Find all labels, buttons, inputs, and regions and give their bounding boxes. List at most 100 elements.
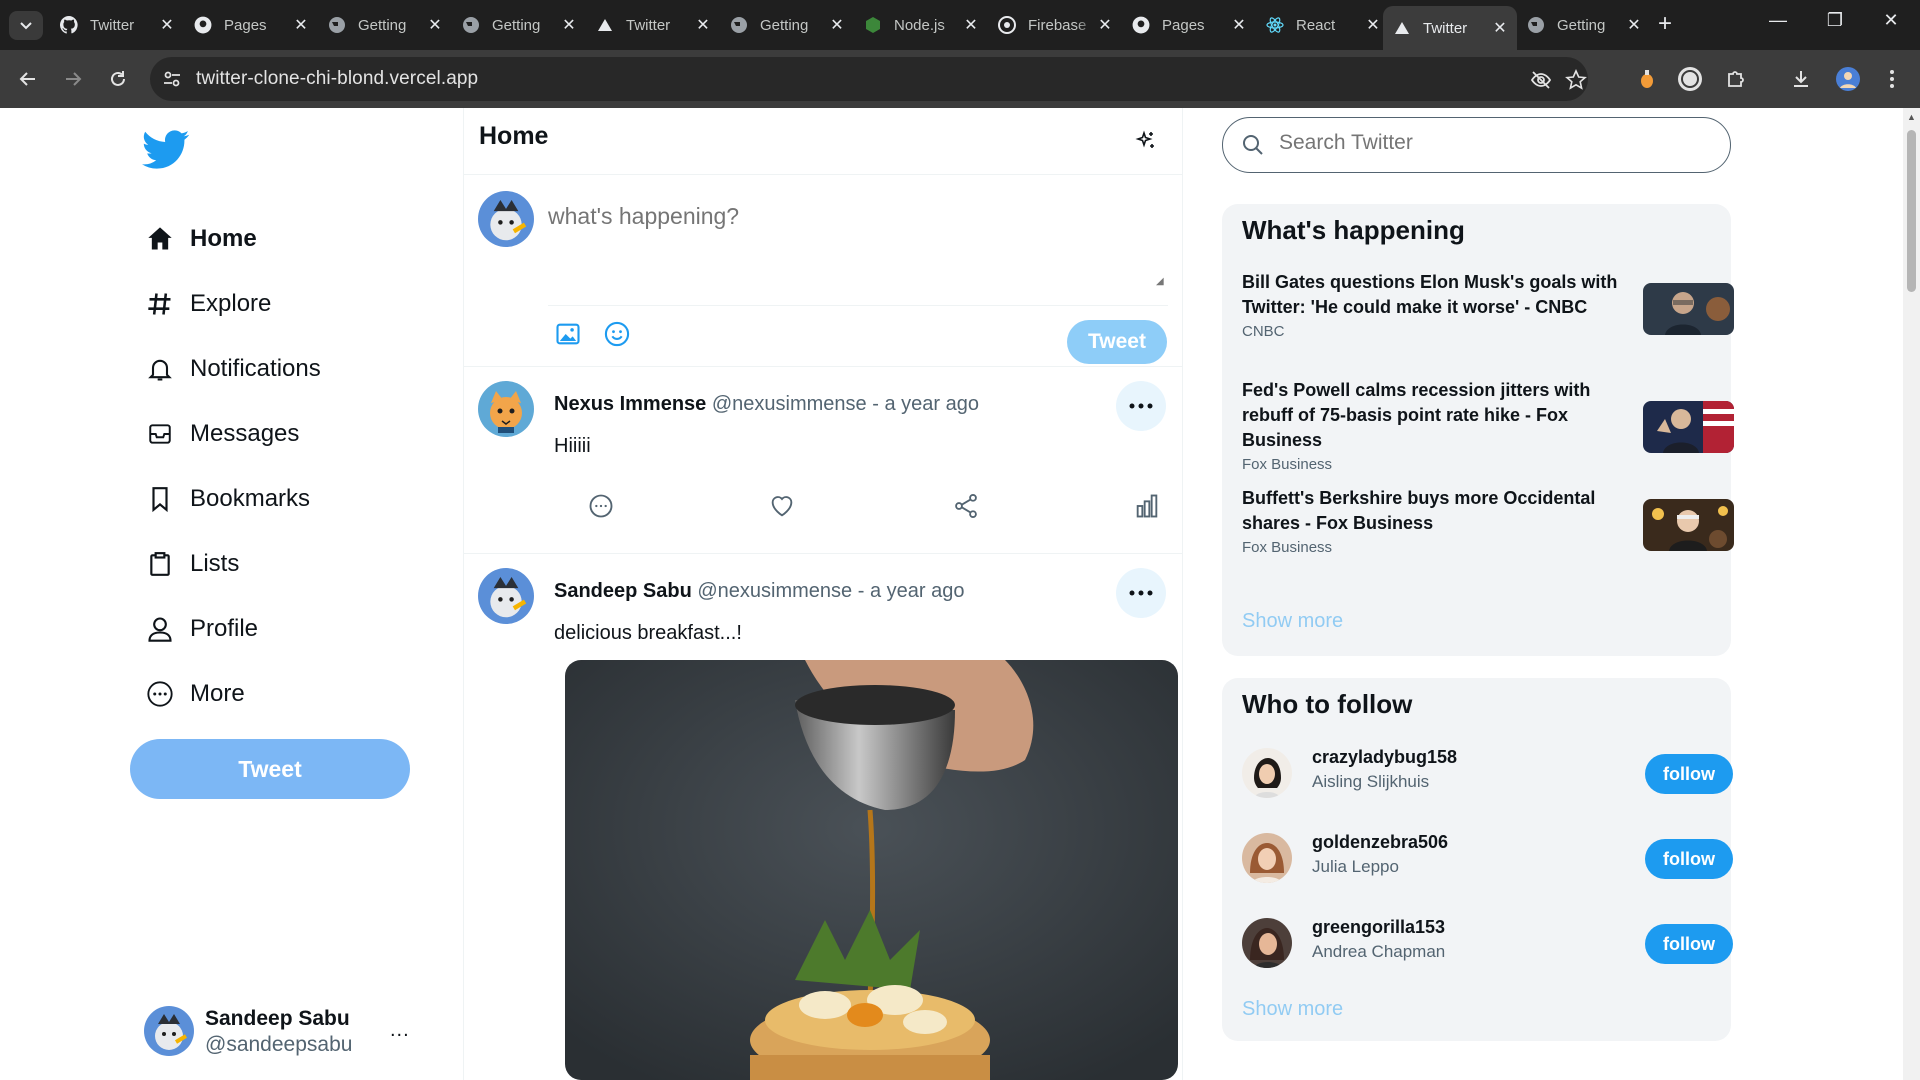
compose-input[interactable]	[548, 187, 1168, 297]
avatar[interactable]	[478, 568, 534, 624]
profile-ring-icon[interactable]	[1676, 65, 1704, 93]
back-button[interactable]	[14, 65, 42, 93]
browser-tab[interactable]: React ✕	[1256, 8, 1390, 42]
close-icon[interactable]: ✕	[1491, 18, 1509, 38]
image-icon[interactable]	[554, 320, 582, 348]
avatar[interactable]	[1242, 748, 1292, 798]
kebab-menu-icon[interactable]	[1878, 65, 1906, 93]
follow-button[interactable]: follow	[1645, 754, 1733, 794]
browser-tab[interactable]: Pages ✕	[184, 8, 318, 42]
sidebar-item-more[interactable]: More	[143, 674, 245, 714]
account-switcher[interactable]: Sandeep Sabu @sandeepsabu ...	[144, 1004, 444, 1060]
heart-icon[interactable]	[768, 492, 796, 520]
url-text[interactable]: twitter-clone-chi-blond.vercel.app	[196, 68, 478, 90]
eye-off-icon[interactable]	[1530, 69, 1552, 91]
emoji-icon[interactable]	[603, 320, 631, 348]
close-icon[interactable]: ✕	[694, 15, 712, 35]
react-icon	[1266, 16, 1284, 34]
browser-tab[interactable]: Firebase ✕	[988, 8, 1122, 42]
close-icon[interactable]: ✕	[426, 15, 444, 35]
tweet-more-button[interactable]	[1116, 568, 1166, 618]
download-icon[interactable]	[1787, 65, 1815, 93]
scrollbar-thumb[interactable]	[1907, 130, 1916, 292]
tweet-author-name[interactable]: Nexus Immense	[554, 393, 706, 415]
share-icon[interactable]	[952, 492, 980, 520]
follow-suggestion[interactable]: greengorilla153 Andrea Chapman follow	[1242, 912, 1733, 972]
browser-tab[interactable]: Twitter ✕	[586, 8, 720, 42]
puzzle-icon[interactable]	[1722, 65, 1750, 93]
tab-search-button[interactable]	[9, 11, 43, 40]
follow-username[interactable]: greengorilla153	[1312, 917, 1445, 938]
show-more-link[interactable]: Show more	[1242, 998, 1343, 1021]
analytics-icon[interactable]	[1133, 492, 1161, 520]
browser-tab-active[interactable]: Twitter ✕	[1383, 6, 1517, 50]
news-item[interactable]: Bill Gates questions Elon Musk's goals w…	[1242, 270, 1734, 350]
avatar[interactable]	[478, 381, 534, 437]
tweet-image[interactable]	[565, 660, 1178, 1080]
tab-title: Firebase	[1028, 16, 1087, 34]
close-icon[interactable]: ✕	[828, 15, 846, 35]
close-icon[interactable]: ✕	[1230, 15, 1248, 35]
restore-icon[interactable]: ❐	[1820, 10, 1850, 31]
close-icon[interactable]: ✕	[1096, 15, 1114, 35]
close-icon[interactable]: ✕	[1364, 15, 1382, 35]
browser-tab[interactable]: Getting ✕	[452, 8, 586, 42]
tweet-more-button[interactable]	[1116, 381, 1166, 431]
extension-icon[interactable]	[1633, 65, 1661, 93]
account-more-icon[interactable]: ...	[390, 1019, 410, 1042]
scroll-up-icon[interactable]: ▲	[1907, 112, 1916, 122]
sparkle-icon[interactable]	[1134, 129, 1158, 153]
follow-suggestion[interactable]: goldenzebra506 Julia Leppo follow	[1242, 827, 1733, 887]
follow-username[interactable]: crazyladybug158	[1312, 747, 1457, 768]
search-input[interactable]	[1279, 131, 1699, 155]
resize-handle-icon[interactable]: ◢	[1156, 276, 1166, 287]
twitter-logo-icon[interactable]	[142, 130, 190, 170]
follow-suggestion[interactable]: crazyladybug158 Aisling Slijkhuis follow	[1242, 742, 1733, 802]
browser-tab[interactable]: Node.js ✕	[854, 8, 988, 42]
sidebar-item-notifications[interactable]: Notifications	[143, 349, 321, 389]
avatar[interactable]	[1834, 65, 1862, 93]
address-bar[interactable]: twitter-clone-chi-blond.vercel.app	[150, 57, 1588, 101]
sidebar-item-bookmarks[interactable]: Bookmarks	[143, 479, 310, 519]
page-content: Home Explore Notifications Messages Book…	[0, 108, 1920, 1080]
browser-tab[interactable]: Pages ✕	[1122, 8, 1256, 42]
follow-button[interactable]: follow	[1645, 924, 1733, 964]
comment-icon[interactable]	[587, 492, 615, 520]
follow-username[interactable]: goldenzebra506	[1312, 832, 1448, 853]
tweet-timestamp: - a year ago	[857, 580, 965, 602]
sidebar-tweet-button[interactable]: Tweet	[130, 739, 410, 799]
star-icon[interactable]	[1565, 69, 1587, 91]
browser-tab[interactable]: Getting ✕	[318, 8, 452, 42]
show-more-link[interactable]: Show more	[1242, 610, 1343, 633]
sidebar-item-explore[interactable]: Explore	[143, 284, 271, 324]
close-icon[interactable]: ✕	[158, 15, 176, 35]
sidebar-item-label: Explore	[190, 290, 272, 317]
avatar[interactable]	[1242, 918, 1292, 968]
tweet-author-name[interactable]: Sandeep Sabu	[554, 580, 692, 602]
forward-button[interactable]	[59, 65, 87, 93]
compose-tweet-button[interactable]: Tweet	[1067, 320, 1167, 364]
window-close-icon[interactable]: ✕	[1876, 10, 1906, 31]
close-icon[interactable]: ✕	[560, 15, 578, 35]
sidebar-item-messages[interactable]: Messages	[143, 414, 299, 454]
browser-tab-strip: Twitter ✕ Pages ✕ Getting ✕ Getting ✕ Tw…	[0, 0, 1920, 50]
avatar[interactable]	[1242, 833, 1292, 883]
follow-button[interactable]: follow	[1645, 839, 1733, 879]
site-info-icon[interactable]	[162, 69, 182, 89]
close-icon[interactable]: ✕	[962, 15, 980, 35]
sidebar-item-lists[interactable]: Lists	[143, 544, 239, 584]
news-item[interactable]: Fed's Powell calms recession jitters wit…	[1242, 378, 1734, 473]
news-item[interactable]: Buffett's Berkshire buys more Occidental…	[1242, 486, 1734, 566]
reload-button[interactable]	[104, 65, 132, 93]
new-tab-button[interactable]: +	[1652, 12, 1678, 38]
sidebar-item-profile[interactable]: Profile	[143, 609, 258, 649]
browser-tab[interactable]: Getting ✕	[720, 8, 854, 42]
browser-tab[interactable]: Getting ✕	[1517, 8, 1651, 42]
search-box[interactable]	[1222, 117, 1731, 173]
page-scrollbar[interactable]: ▲	[1903, 108, 1920, 1080]
close-icon[interactable]: ✕	[292, 15, 310, 35]
browser-tab[interactable]: Twitter ✕	[50, 8, 184, 42]
sidebar-item-home[interactable]: Home	[143, 219, 257, 259]
close-icon[interactable]: ✕	[1625, 15, 1643, 35]
minimize-icon[interactable]: —	[1763, 10, 1793, 31]
